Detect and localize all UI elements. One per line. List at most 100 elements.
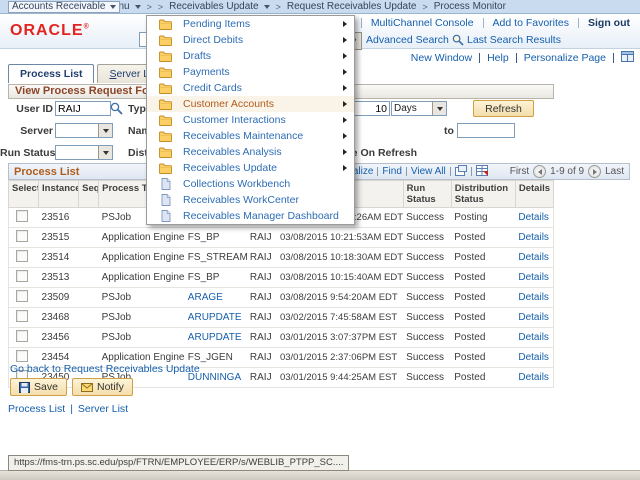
advanced-search-link[interactable]: Advanced Search: [366, 34, 449, 46]
menu-item-direct-debits[interactable]: Direct Debits: [147, 32, 354, 48]
status-bar: [0, 470, 640, 480]
refresh-button[interactable]: Refresh: [473, 100, 534, 117]
breadcrumb-item-process-monitor[interactable]: Process Monitor: [431, 1, 509, 13]
user-id-label: User ID: [0, 102, 53, 117]
cell-details: Details: [515, 248, 553, 268]
table-row: 23513Application EngineFS_BPRAIJ03/08/20…: [9, 268, 554, 288]
column-header-select[interactable]: Select: [9, 181, 39, 208]
details-link[interactable]: Details: [518, 252, 549, 263]
cell-distribution-status: Posted: [451, 308, 515, 328]
details-link[interactable]: Details: [518, 272, 549, 283]
cell-user: RAIJ: [247, 288, 277, 308]
pagination-last-label: Last: [605, 166, 624, 177]
cell-run-status: Success: [403, 268, 451, 288]
breadcrumb-item-request-receivables-update[interactable]: Request Receivables Update: [284, 1, 420, 13]
menu-item-payments[interactable]: Payments: [147, 64, 354, 80]
folder-icon: [159, 51, 172, 62]
menu-item-receivables-maintenance[interactable]: Receivables Maintenance: [147, 128, 354, 144]
folder-icon: [159, 19, 172, 30]
page-links: New Window Help Personalize Page: [411, 51, 634, 65]
menu-item-credit-cards[interactable]: Credit Cards: [147, 80, 354, 96]
cell-details: Details: [515, 268, 553, 288]
menu-item-label: Payments: [183, 66, 332, 78]
new-window-link[interactable]: New Window: [411, 52, 472, 64]
cell-user: RAIJ: [247, 348, 277, 368]
row-checkbox[interactable]: [16, 290, 28, 302]
download-grid-icon[interactable]: [476, 165, 488, 179]
page-grid-icon[interactable]: [621, 51, 634, 65]
last-search-results-link[interactable]: Last Search Results: [467, 34, 561, 46]
column-header-distribution-status[interactable]: Distribution Status: [451, 181, 515, 208]
row-checkbox[interactable]: [16, 210, 28, 222]
menu-item-drafts[interactable]: Drafts: [147, 48, 354, 64]
sign-out-link[interactable]: Sign out: [588, 17, 630, 29]
days-select[interactable]: Days: [391, 101, 447, 116]
row-checkbox[interactable]: [16, 250, 28, 262]
previous-page-icon[interactable]: [533, 165, 546, 178]
breadcrumb-item-receivables-update[interactable]: Receivables Update: [166, 1, 273, 13]
view-all-link[interactable]: View All: [411, 166, 446, 177]
column-header-instance[interactable]: Instance: [39, 181, 79, 208]
menu-item-receivables-update[interactable]: Receivables Update: [147, 160, 354, 176]
server-select[interactable]: [55, 123, 113, 138]
cell-instance: 23456: [39, 328, 79, 348]
menu-item-receivables-analysis[interactable]: Receivables Analysis: [147, 144, 354, 160]
row-checkbox[interactable]: [16, 330, 28, 342]
user-id-lookup-icon[interactable]: [110, 102, 123, 120]
folder-icon: [159, 131, 172, 142]
menu-item-collections-workbench[interactable]: Collections Workbench: [147, 176, 354, 192]
server-list-bottom-link[interactable]: Server List: [78, 403, 128, 415]
cell-process-type: Application Engine: [99, 268, 185, 288]
multichannel-console-link[interactable]: MultiChannel Console: [371, 17, 474, 29]
menu-item-label: Receivables Manager Dashboard: [183, 210, 347, 222]
instance-to-input[interactable]: [457, 123, 515, 138]
next-page-icon[interactable]: [588, 165, 601, 178]
process-name-link[interactable]: ARAGE: [188, 292, 223, 303]
add-to-favorites-link[interactable]: Add to Favorites: [493, 17, 569, 29]
row-checkbox[interactable]: [16, 350, 28, 362]
details-link[interactable]: Details: [518, 292, 549, 303]
menu-item-receivables-manager-dashboard[interactable]: Receivables Manager Dashboard: [147, 208, 354, 224]
find-link[interactable]: Find: [382, 166, 401, 177]
process-name-link[interactable]: ARUPDATE: [188, 332, 242, 343]
column-header-seq[interactable]: Seq.: [79, 181, 99, 208]
details-link[interactable]: Details: [518, 352, 549, 363]
row-checkbox[interactable]: [16, 270, 28, 282]
divider: [471, 167, 472, 176]
process-list-bottom-link[interactable]: Process List: [8, 403, 65, 415]
cell-user: RAIJ: [247, 228, 277, 248]
menu-item-customer-interactions[interactable]: Customer Interactions: [147, 112, 354, 128]
notify-button[interactable]: Notify: [72, 378, 133, 396]
submenu-arrow-icon: [343, 117, 347, 123]
run-status-select[interactable]: [55, 145, 113, 160]
column-header-run-status[interactable]: Run Status: [403, 181, 451, 208]
cell-process-type: PSJob: [99, 288, 185, 308]
personalize-page-link[interactable]: Personalize Page: [524, 52, 606, 64]
row-checkbox[interactable]: [16, 310, 28, 322]
details-link[interactable]: Details: [518, 212, 549, 223]
menu-item-customer-accounts[interactable]: Customer Accounts: [147, 96, 354, 112]
breadcrumb-item-accounts-receivable[interactable]: Accounts Receivable: [8, 1, 120, 13]
details-link[interactable]: Details: [518, 232, 549, 243]
cell-user: RAIJ: [247, 268, 277, 288]
menu-item-label: Customer Interactions: [183, 114, 332, 126]
details-link[interactable]: Details: [518, 312, 549, 323]
menu-item-pending-items[interactable]: Pending Items: [147, 16, 354, 32]
help-link[interactable]: Help: [487, 52, 509, 64]
row-checkbox[interactable]: [16, 230, 28, 242]
menu-item-receivables-workcenter[interactable]: Receivables WorkCenter: [147, 192, 354, 208]
divider: [578, 18, 579, 28]
tab-process-list[interactable]: Process List: [8, 64, 94, 83]
go-back-link[interactable]: Go back to Request Receivables Update: [10, 363, 200, 375]
user-id-input[interactable]: [55, 101, 111, 116]
popup-window-icon[interactable]: [455, 165, 467, 179]
save-button[interactable]: Save: [10, 378, 67, 396]
last-value-input[interactable]: [352, 101, 390, 116]
breadcrumb-label: Request Receivables Update: [287, 1, 417, 12]
details-link[interactable]: Details: [518, 332, 549, 343]
process-name-link[interactable]: ARUPDATE: [188, 312, 242, 323]
column-header-details[interactable]: Details: [515, 181, 553, 208]
details-link[interactable]: Details: [518, 372, 549, 383]
menu-item-label: Customer Accounts: [183, 98, 332, 110]
cell-seq: [79, 328, 99, 348]
